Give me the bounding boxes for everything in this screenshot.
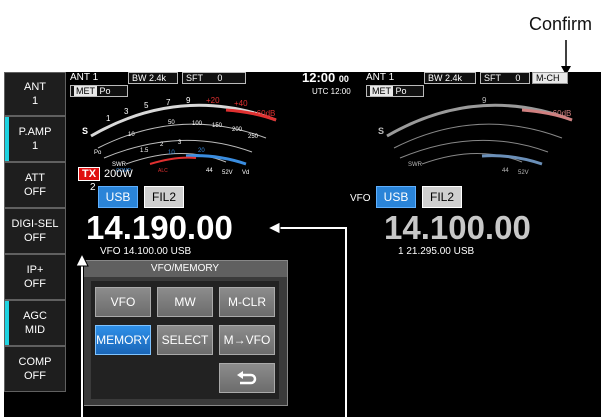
callout-lines <box>75 221 348 417</box>
